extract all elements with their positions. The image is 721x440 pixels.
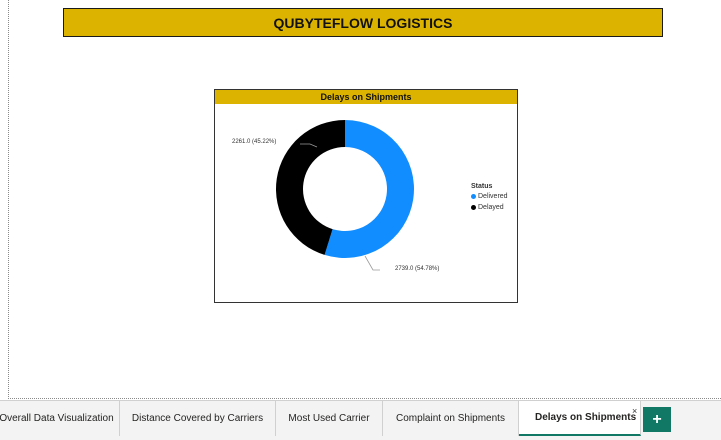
tab-most-used-carrier[interactable]: Most Used Carrier xyxy=(276,401,383,436)
data-label-delayed: 2261.0 (45.22%) xyxy=(232,139,277,145)
tab-overall-data-visualization[interactable]: Overall Data Visualization xyxy=(0,401,120,436)
legend-marker-delayed xyxy=(471,205,476,210)
tab-delays-on-shipments[interactable]: Delays on Shipments xyxy=(519,401,641,436)
legend: Status Delivered Delayed xyxy=(471,183,508,215)
tab-distance-covered-by-carriers[interactable]: Distance Covered by Carriers xyxy=(120,401,276,436)
report-title: QUBYTEFLOW LOGISTICS xyxy=(63,8,663,37)
page-tab-bar: Overall Data Visualization Distance Cove… xyxy=(0,400,721,440)
legend-title: Status xyxy=(471,183,493,190)
legend-marker-delivered xyxy=(471,194,476,199)
data-label-delivered: 2739.0 (54.78%) xyxy=(395,266,440,272)
donut-chart-visual[interactable]: Delays on Shipments Status Delivered Del… xyxy=(214,89,518,303)
visual-title: Delays on Shipments xyxy=(215,90,517,104)
legend-item-delayed[interactable]: Delayed xyxy=(471,204,508,211)
legend-item-delivered[interactable]: Delivered xyxy=(471,193,508,200)
leader-line-delivered xyxy=(364,255,380,271)
tab-complaint-on-shipments[interactable]: Complaint on Shipments xyxy=(383,401,519,436)
legend-label-delivered: Delivered xyxy=(478,193,508,200)
legend-label-delayed: Delayed xyxy=(478,204,504,211)
add-page-button[interactable]: + xyxy=(643,407,671,432)
close-tab-icon[interactable]: × xyxy=(632,406,637,416)
